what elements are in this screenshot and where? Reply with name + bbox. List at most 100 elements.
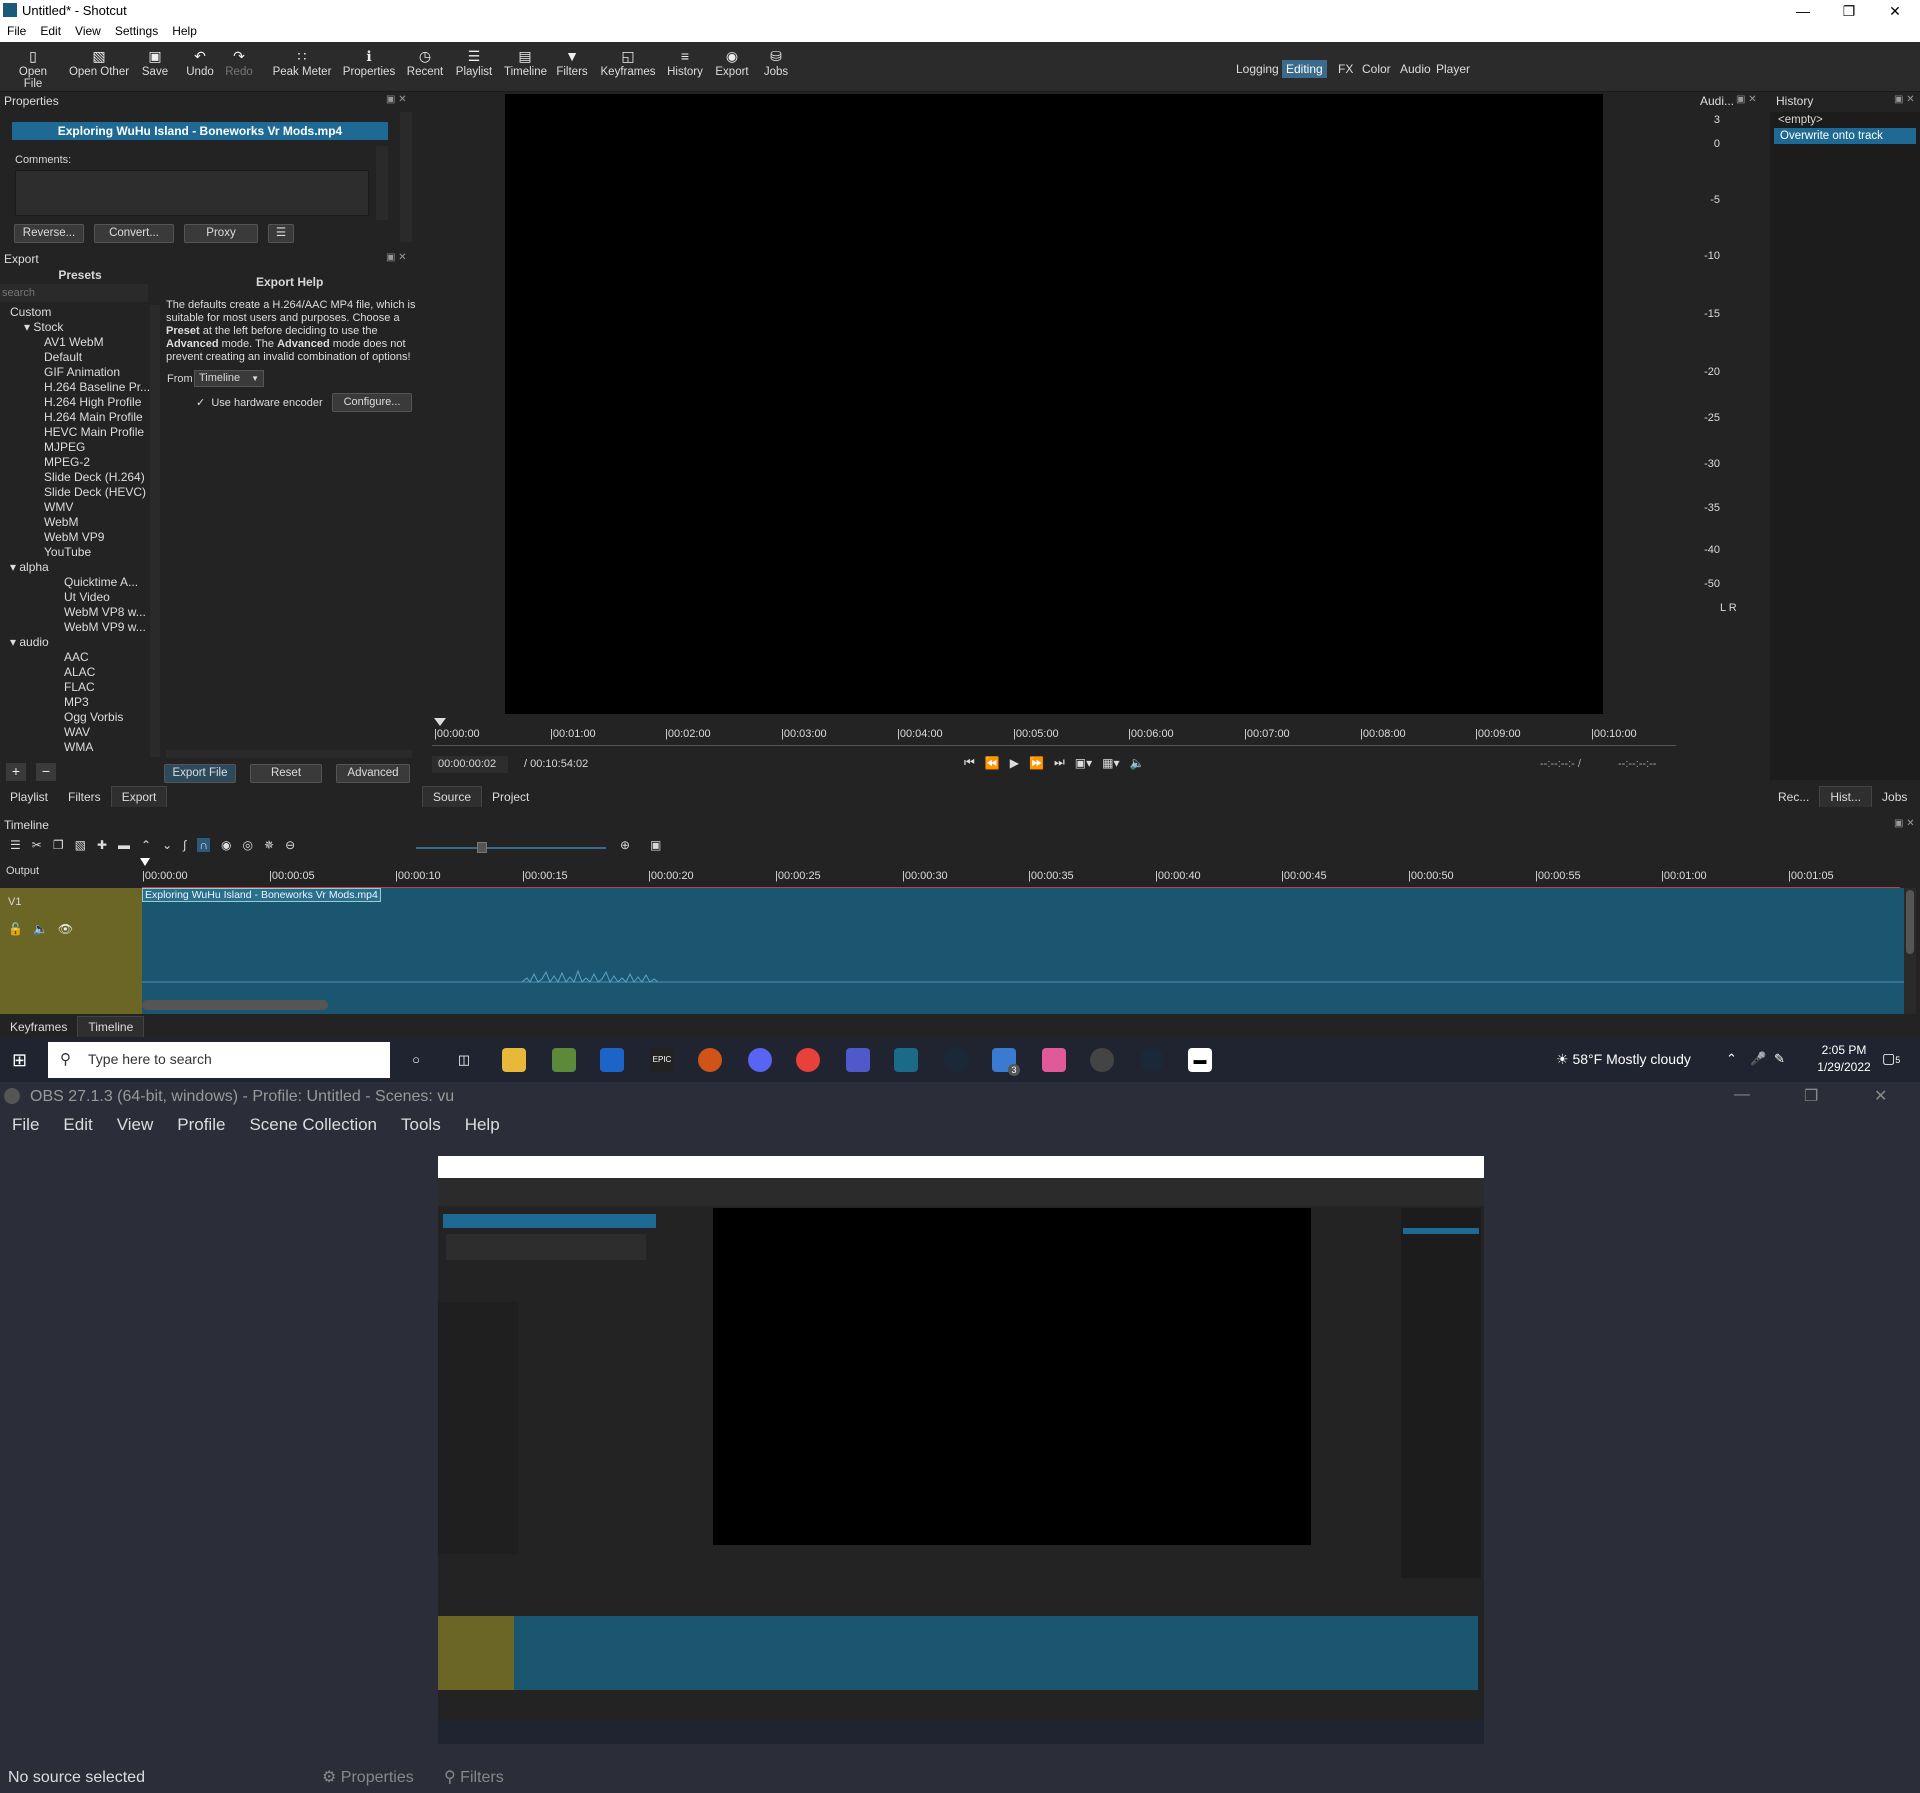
menu-file[interactable]: File: [0, 22, 33, 40]
chrome-icon[interactable]: [796, 1048, 820, 1072]
timeline-hscrollbar[interactable]: [142, 1000, 328, 1010]
timeline-clip[interactable]: Exploring WuHu Island - Boneworks Vr Mod…: [142, 888, 1904, 1014]
menu-view[interactable]: View: [68, 22, 108, 40]
undo-button[interactable]: ↶ Undo: [184, 48, 216, 78]
preset-item[interactable]: Slide Deck (HEVC): [44, 485, 146, 499]
filters-button[interactable]: ▼ Filters: [556, 48, 588, 78]
restore-button[interactable]: ❐: [1826, 0, 1872, 22]
preset-item[interactable]: ▾ audio: [10, 635, 49, 649]
skip-to-start-icon[interactable]: ⏮: [964, 755, 975, 770]
history-dock-controls[interactable]: ▣ ✕: [1894, 94, 1915, 105]
preset-item[interactable]: Default: [44, 350, 82, 364]
lift-icon[interactable]: ⌃: [141, 838, 151, 852]
tab-export[interactable]: Export: [110, 786, 168, 807]
peak-meter-button[interactable]: ∷ Peak Meter: [272, 48, 332, 78]
zoom-slider-handle[interactable]: [477, 842, 487, 853]
menu-settings[interactable]: Settings: [108, 22, 165, 40]
task-view-icon[interactable]: ◫: [452, 1048, 476, 1072]
store-icon[interactable]: [600, 1048, 624, 1072]
tab-recent[interactable]: Rec...: [1768, 787, 1819, 807]
tab-source[interactable]: Source: [422, 786, 483, 807]
append-icon[interactable]: ✚: [97, 838, 107, 852]
preset-item[interactable]: WebM VP8 w...: [64, 605, 146, 619]
history-item[interactable]: <empty>: [1770, 112, 1920, 128]
menu-help[interactable]: Help: [165, 22, 204, 40]
timeline-menu-icon[interactable]: ☰: [10, 838, 21, 852]
zoom-fit-icon[interactable]: ▣: [650, 838, 661, 852]
tab-keyframes[interactable]: Keyframes: [0, 1017, 77, 1037]
redo-button[interactable]: ↷ Redo: [224, 48, 254, 78]
save-button[interactable]: ▣ Save: [140, 48, 170, 78]
obs-restore-button[interactable]: ❐: [1804, 1086, 1818, 1106]
preset-item[interactable]: MPEG-2: [44, 455, 90, 469]
overwrite-icon[interactable]: ⌄: [162, 838, 172, 852]
shotcut-taskbar-icon[interactable]: [894, 1048, 918, 1072]
export-help-hscrollbar[interactable]: [166, 750, 412, 758]
presets-scrollbar[interactable]: [150, 305, 160, 757]
recent-button[interactable]: ◷ Recent: [406, 48, 444, 78]
tab-filters[interactable]: Filters: [58, 787, 111, 807]
obs-properties-button[interactable]: ⚙ Properties: [316, 1765, 420, 1789]
pen-icon[interactable]: ✎: [1774, 1051, 1785, 1067]
preset-item[interactable]: AV1 WebM: [44, 335, 104, 349]
obs-menu-scene-collection[interactable]: Scene Collection: [237, 1112, 389, 1135]
convert-button[interactable]: Convert...: [94, 224, 174, 243]
preset-item[interactable]: ▾ alpha: [10, 560, 49, 574]
timeline-button[interactable]: ▤ Timeline: [504, 48, 547, 78]
timeline-vscrollbar[interactable]: [1904, 888, 1916, 1014]
preset-item[interactable]: WebM: [44, 515, 78, 529]
cortana-icon[interactable]: ○: [404, 1048, 428, 1072]
preset-item[interactable]: FLAC: [64, 680, 95, 694]
copy-icon[interactable]: ❐: [53, 838, 64, 852]
paste-icon[interactable]: ▧: [75, 838, 86, 852]
teams-icon[interactable]: [846, 1048, 870, 1072]
jobs-button[interactable]: ⛁ Jobs: [762, 48, 790, 78]
timeline-ruler[interactable]: |00:00:00 |00:00:05 |00:00:10 |00:00:15 |00:…: [142, 864, 1900, 888]
zoom-icon[interactable]: ▣▾: [1075, 756, 1092, 770]
obs-menu-view[interactable]: View: [105, 1112, 166, 1135]
playlist-button[interactable]: ☰ Playlist: [454, 48, 494, 78]
oculus-icon[interactable]: ▬: [1188, 1048, 1212, 1072]
preset-item[interactable]: MP3: [64, 695, 89, 709]
fast-forward-icon[interactable]: ⏩: [1029, 756, 1044, 770]
obs-preview[interactable]: [438, 1156, 1484, 1744]
zoom-slider[interactable]: [416, 847, 606, 849]
presets-search-input[interactable]: [0, 284, 148, 302]
preset-item[interactable]: HEVC Main Profile: [44, 425, 144, 439]
track-header-v1[interactable]: V1 🔓 🔈 👁: [0, 888, 142, 1014]
properties-scrollbar[interactable]: [400, 112, 412, 242]
preset-item[interactable]: WMV: [44, 500, 73, 514]
zoom-out-icon[interactable]: ⊖: [285, 838, 295, 852]
preset-item[interactable]: MJPEG: [44, 440, 85, 454]
mute-icon[interactable]: 🔈: [33, 922, 48, 936]
tab-timeline[interactable]: Timeline: [77, 1016, 145, 1037]
preset-item[interactable]: Slide Deck (H.264): [44, 470, 145, 484]
comments-field[interactable]: [15, 170, 369, 216]
audio-dock-controls[interactable]: ▣ ✕: [1736, 94, 1757, 105]
ripple-icon[interactable]: ◎: [243, 838, 253, 852]
preset-item[interactable]: Quicktime A...: [64, 575, 138, 589]
obs-menu-file[interactable]: File: [0, 1112, 51, 1135]
tab-jobs[interactable]: Jobs: [1872, 787, 1917, 807]
obs-menu-tools[interactable]: Tools: [389, 1112, 453, 1135]
file-explorer-icon[interactable]: [502, 1048, 526, 1072]
obs-menu-profile[interactable]: Profile: [165, 1112, 237, 1135]
preset-item[interactable]: H.264 Main Profile: [44, 410, 143, 424]
layout-logging[interactable]: Logging: [1232, 60, 1283, 78]
play-icon[interactable]: ▶: [1010, 756, 1019, 770]
proxy-button[interactable]: Proxy: [184, 224, 258, 243]
tray-chevron-icon[interactable]: ⌃: [1726, 1051, 1737, 1067]
preset-item[interactable]: WAV: [64, 725, 90, 739]
reset-button[interactable]: Reset: [250, 764, 322, 783]
steam-icon[interactable]: [944, 1048, 968, 1072]
minimize-button[interactable]: —: [1780, 0, 1826, 22]
open-other-button[interactable]: ▧ Open Other: [68, 48, 130, 78]
export-file-button[interactable]: Export File: [164, 764, 236, 783]
preset-item[interactable]: Ut Video: [64, 590, 110, 604]
history-item-selected[interactable]: Overwrite onto track: [1774, 128, 1916, 144]
lock-icon[interactable]: 🔓: [8, 922, 23, 936]
microphone-icon[interactable]: 🎤: [1750, 1051, 1766, 1067]
preset-item[interactable]: GIF Animation: [44, 365, 120, 379]
menu-edit[interactable]: Edit: [33, 22, 68, 40]
preset-item[interactable]: WebM VP9: [44, 530, 104, 544]
